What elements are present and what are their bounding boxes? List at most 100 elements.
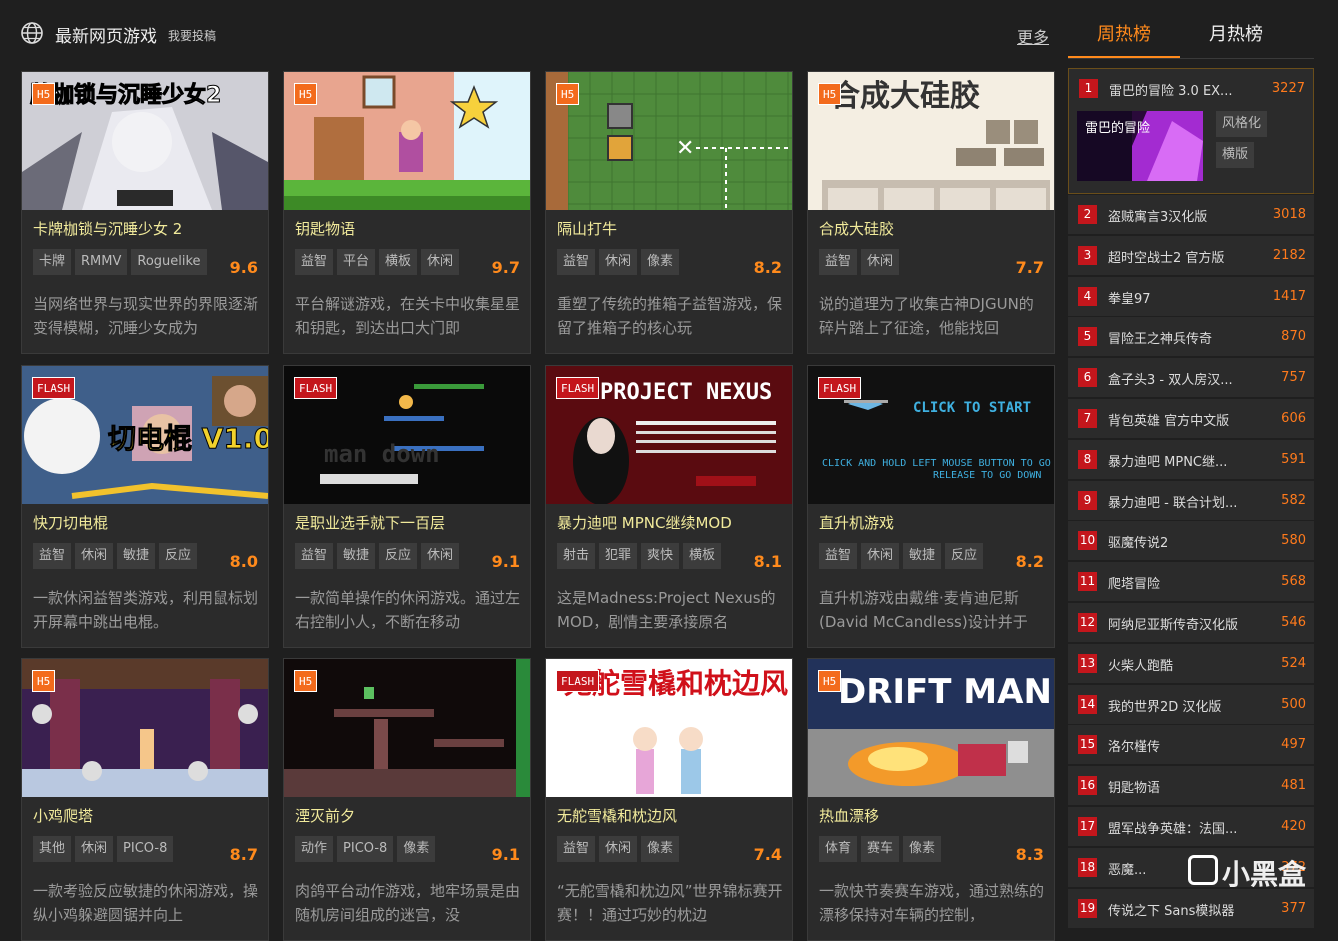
game-description: 当网络世界与现实世界的界限逐渐变得模糊，沉睡少女成为 [33, 295, 259, 337]
game-title[interactable]: 暴力迪吧 MPNC继续MOD [557, 512, 732, 533]
more-link[interactable]: 更多 [1017, 24, 1049, 48]
rank-item[interactable]: 15 洛尔槿传 497 [1068, 724, 1314, 765]
rank-value: 870 [1281, 329, 1306, 345]
game-thumbnail[interactable]: DRIFT MANIA [808, 659, 1054, 797]
game-card[interactable]: H5 钥匙物语 益智 平台 横板 休闲 9.7 平台解谜游戏，在关卡中收集星星和钥匙，到达出口… [283, 71, 531, 354]
rank-thumbnail[interactable]: 雷巴的冒险 [1077, 111, 1203, 181]
game-thumbnail[interactable] [284, 659, 530, 797]
game-card[interactable]: DRIFT MANIAH5 热血漂移体育赛车像素 8.3 一款快节奏赛车游戏，通过熟练… [807, 658, 1055, 941]
game-tag[interactable]: 益智 [295, 543, 334, 569]
game-title[interactable]: 是职业选手就下一百层 [295, 512, 445, 533]
game-title[interactable]: 湮灭前夕 [295, 805, 355, 826]
game-tag[interactable]: 益智 [557, 249, 596, 275]
game-tag[interactable]: 休闲 [75, 543, 114, 569]
game-thumbnail[interactable]: ✕ [546, 72, 792, 210]
game-tag[interactable]: 反应 [379, 543, 418, 569]
game-tag[interactable]: RMMV [75, 249, 128, 275]
rank-item-featured[interactable]: 1 雷巴的冒险 3.0 EX... 3227 雷巴的冒险 风格化 横版 [1068, 68, 1314, 194]
game-tag[interactable]: 赛车 [861, 836, 900, 862]
game-tag[interactable]: 益智 [33, 543, 72, 569]
game-title[interactable]: 合成大硅胶 [819, 218, 894, 239]
game-tag[interactable]: Roguelike [131, 249, 207, 275]
game-tag[interactable]: 体育 [819, 836, 858, 862]
game-card[interactable]: 牌枷锁与沉睡少女2 H5 卡牌枷锁与沉睡少女 2 卡牌 RMMV Roguelike 9.6… [21, 71, 269, 354]
game-tag[interactable]: 休闲 [861, 543, 900, 569]
game-title[interactable]: 隔山打牛 [557, 218, 617, 239]
game-title[interactable]: 无舵雪橇和枕边风 [557, 805, 677, 826]
game-tag[interactable]: 其他 [33, 836, 72, 862]
game-score: 8.2 [753, 258, 782, 277]
rank-item[interactable]: 7 背包英雄 官方中文版 606 [1068, 398, 1314, 438]
submit-link[interactable]: 我要投稿 [168, 27, 216, 44]
rank-item[interactable]: 9 暴力迪吧 - 联合计划... 582 [1068, 479, 1314, 520]
game-tag[interactable]: 休闲 [599, 836, 638, 862]
game-tag[interactable]: 休闲 [75, 836, 114, 862]
rank-item[interactable]: 5 冒险王之神兵传奇 870 [1068, 316, 1314, 357]
game-title[interactable]: 钥匙物语 [295, 218, 355, 239]
game-card[interactable]: H5 湮灭前夕 动作 PICO-8 像素 9.1 肉鸽平台动作游戏，地牢场景是由随机房间组成… [283, 658, 531, 941]
game-title[interactable]: 直升机游戏 [819, 512, 894, 533]
rank-item[interactable]: 2 盗贼寓言3汉化版 3018 [1068, 194, 1314, 234]
rank-item[interactable]: 4 拳皇97 1417 [1068, 275, 1314, 316]
game-card[interactable]: CLICK AND HOLD LEFT MOUSE BUTTON TO GO U… [807, 365, 1055, 648]
tab-weekly[interactable]: 周热榜 [1068, 20, 1180, 58]
game-tag[interactable]: 休闲 [599, 249, 638, 275]
game-tag[interactable]: 动作 [295, 836, 334, 862]
game-tag[interactable]: 休闲 [421, 249, 460, 275]
game-card[interactable]: H5 小鸡爬塔 其他 休闲 PICO-8 8.7 一款考验反应敏捷的休闲游戏，操纵小鸡躲避圆… [21, 658, 269, 941]
game-tag[interactable]: 益智 [819, 249, 858, 275]
game-tags: 益智 休闲 敏捷 反应 [33, 543, 198, 569]
game-tag[interactable]: 像素 [903, 836, 942, 862]
game-tag[interactable]: 横板 [683, 543, 722, 569]
game-title[interactable]: 小鸡爬塔 [33, 805, 93, 826]
game-card[interactable]: man down FLASH 是职业选手就下一百层 益智 敏捷 反应 休闲 9.1 一款简单操作… [283, 365, 531, 648]
game-tag[interactable]: 休闲 [861, 249, 900, 275]
rank-item[interactable]: 17 盟军战争英雄：法国... 420 [1068, 806, 1314, 846]
rank-item[interactable]: 14 我的世界2D 汉化版 500 [1068, 683, 1314, 724]
game-tag[interactable]: PICO-8 [117, 836, 174, 862]
game-tag[interactable]: 爽快 [641, 543, 680, 569]
game-card[interactable]: ✕ H5 隔山打牛 益智 休闲 像素 8.2 重塑了传统的推箱子益智游戏，保留了推箱子的核心玩 [545, 71, 793, 354]
game-tag[interactable]: 敏捷 [117, 543, 156, 569]
game-tag[interactable]: 卡牌 [33, 249, 72, 275]
game-tag[interactable]: 休闲 [421, 543, 460, 569]
game-tag[interactable]: 像素 [397, 836, 436, 862]
game-tag[interactable]: 反应 [159, 543, 198, 569]
rank-item[interactable]: 3 超时空战士2 官方版 2182 [1068, 234, 1314, 275]
game-title[interactable]: 热血漂移 [819, 805, 879, 826]
game-thumbnail[interactable]: 牌枷锁与沉睡少女2 [22, 72, 268, 210]
game-tag[interactable]: 平台 [337, 249, 376, 275]
game-tag[interactable]: 犯罪 [599, 543, 638, 569]
game-thumbnail[interactable] [284, 72, 530, 210]
game-card[interactable]: 切电棍 V1.0正式版 FLASH 快刀切电棍益智休闲敏捷反应 8.0 一款休闲益智类游… [21, 365, 269, 648]
rank-item[interactable]: 8 暴力迪吧 MPNC继... 591 [1068, 438, 1314, 479]
game-tag[interactable]: 益智 [557, 836, 596, 862]
svg-text:CLICK AND HOLD LEFT MOUSE BUTT: CLICK AND HOLD LEFT MOUSE BUTTON TO GO U… [822, 458, 1054, 469]
rank-item[interactable]: 11 爬塔冒险 568 [1068, 561, 1314, 602]
game-tag[interactable]: 横板 [379, 249, 418, 275]
game-tag[interactable]: 反应 [945, 543, 984, 569]
game-tag[interactable]: PICO-8 [337, 836, 394, 862]
rank-item[interactable]: 10 驱魔传说2 580 [1068, 520, 1314, 561]
rank-name: 我的世界2D 汉化版 [1108, 699, 1222, 715]
game-tag[interactable]: 敏捷 [903, 543, 942, 569]
game-tag[interactable]: 敏捷 [337, 543, 376, 569]
game-thumbnail[interactable]: 合成大硅胶 [808, 72, 1054, 210]
game-tag[interactable]: 像素 [641, 249, 680, 275]
game-card[interactable]: PROJECT NEXUS FLASH 暴力迪吧 MPNC继续MOD 射击 犯罪 爽快 横板… [545, 365, 793, 648]
game-tag[interactable]: 益智 [295, 249, 334, 275]
rank-item[interactable]: 13 火柴人跑酷 524 [1068, 642, 1314, 683]
game-tag[interactable]: 益智 [819, 543, 858, 569]
tab-monthly[interactable]: 月热榜 [1180, 20, 1292, 58]
rank-item[interactable]: 16 钥匙物语 481 [1068, 765, 1314, 806]
game-title[interactable]: 快刀切电棍 [33, 512, 108, 533]
game-thumbnail[interactable] [22, 659, 268, 797]
game-tag[interactable]: 像素 [641, 836, 680, 862]
rank-item[interactable]: 6 盒子头3 - 双人房汉... 757 [1068, 357, 1314, 398]
rank-item[interactable]: 12 阿纳尼亚斯传奇汉化版 546 [1068, 602, 1314, 642]
game-title[interactable]: 卡牌枷锁与沉睡少女 2 [33, 218, 182, 239]
game-card[interactable]: 无舵雪橇和枕边风 FLASH 无舵雪橇和枕边风 益智 休闲 像素 7.4 “无舵雪橇和枕边风”… [545, 658, 793, 941]
game-card[interactable]: 合成大硅胶 H5 合成大硅胶 益智 休闲 7.7 说的道理为了收集古神DJGUN的碎片踏上了… [807, 71, 1055, 354]
game-tag[interactable]: 射击 [557, 543, 596, 569]
rank-item[interactable]: 19 传说之下 Sans模拟器 377 [1068, 887, 1314, 928]
